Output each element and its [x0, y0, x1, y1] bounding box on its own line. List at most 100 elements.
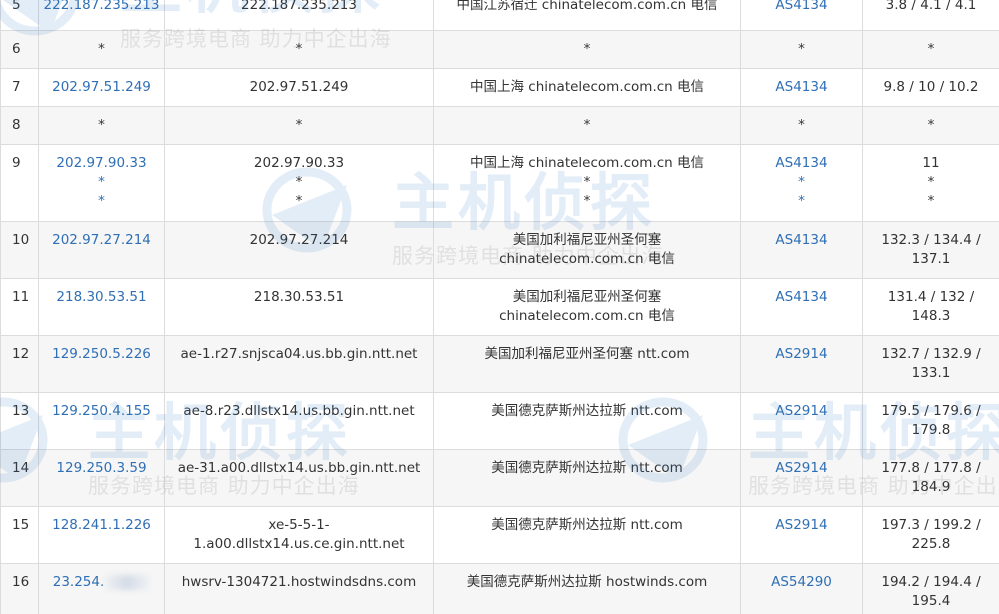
ip-link[interactable]: 129.250.5.226: [52, 346, 151, 362]
cell-ip: 202.97.90.33 * *: [38, 144, 165, 222]
cell-hop: 6: [0, 30, 39, 69]
cell-hop: 9: [0, 144, 39, 222]
cell-loc: 美国德克萨斯州达拉斯 ntt.com: [433, 449, 741, 507]
asn-link[interactable]: AS2914: [775, 346, 827, 362]
cell-rtt: 131.4 / 132 / 148.3: [862, 278, 999, 336]
cell-asn: AS2914: [740, 449, 863, 507]
hostname: 202.97.27.214: [249, 232, 349, 248]
traceroute-panel: 5 222.187.235.213 222.187.235.213 中国江苏宿迁 ch…: [0, 0, 999, 614]
cell-loc: 中国江苏宿迁 chinatelecom.com.cn 电信: [433, 0, 741, 31]
cell-host: *: [164, 106, 434, 145]
ip-link: *: [98, 117, 105, 133]
hostname: ae-8.r23.dllstx14.us.bb.gin.ntt.net: [183, 403, 415, 419]
cell-hop: 15: [0, 506, 39, 564]
asn-link[interactable]: AS2914: [775, 460, 827, 476]
ip-link[interactable]: 218.30.53.51: [56, 289, 146, 305]
ip-link[interactable]: 23.254.: [53, 574, 105, 590]
hostname: *: [295, 117, 303, 133]
hostname: 218.30.53.51: [253, 289, 345, 305]
table-row: 15 128.241.1.226 xe-5-5-1- 1.a00.dllstx14.…: [0, 506, 999, 564]
asn-link: *: [798, 41, 805, 57]
cell-hop: 12: [0, 335, 39, 393]
cell-asn: AS4134: [740, 0, 863, 31]
table-row: 16 23.254. hwsrv-1304721.hostwindsdns.com 美…: [0, 563, 999, 614]
cell-rtt: 3.8 / 4.1 / 4.1: [862, 0, 999, 31]
cell-ip: 202.97.27.214: [38, 221, 165, 279]
hop-number: 5: [12, 0, 21, 13]
cell-ip: 23.254.: [38, 563, 165, 614]
cell-hop: 10: [0, 221, 39, 279]
ip-link[interactable]: 202.97.51.249: [52, 79, 151, 95]
ip-link[interactable]: 202.97.27.214: [52, 232, 151, 248]
ip-link[interactable]: 128.241.1.226: [52, 517, 151, 533]
cell-asn: AS4134: [740, 278, 863, 336]
cell-ip: *: [38, 30, 165, 69]
hop-number: 6: [12, 41, 21, 57]
location: 美国德克萨斯州达拉斯 ntt.com: [491, 460, 683, 476]
asn-link[interactable]: AS4134: [775, 232, 827, 248]
redacted-ip-blur: [104, 574, 151, 590]
cell-ip: *: [38, 106, 165, 145]
latency: 132.3 / 134.4 / 137.1: [881, 232, 981, 267]
location: 美国加利福尼亚州圣何塞 chinatelecom.com.cn 电信: [499, 289, 675, 324]
cell-rtt: *: [862, 30, 999, 69]
cell-ip: 129.250.4.155: [38, 392, 165, 450]
cell-host: xe-5-5-1- 1.a00.dllstx14.us.ce.gin.ntt.n…: [164, 506, 434, 564]
cell-rtt: 179.5 / 179.6 / 179.8: [862, 392, 999, 450]
asn-link[interactable]: AS2914: [775, 517, 827, 533]
hop-number: 7: [12, 79, 21, 95]
asn-link[interactable]: AS54290: [771, 574, 832, 590]
ip-link[interactable]: 202.97.90.33 * *: [56, 155, 146, 209]
cell-loc: 美国加利福尼亚州圣何塞 ntt.com: [433, 335, 741, 393]
cell-rtt: 194.2 / 194.4 / 195.4: [862, 563, 999, 614]
hop-number: 8: [12, 117, 21, 133]
cell-loc: 中国上海 chinatelecom.com.cn 电信: [433, 68, 741, 107]
location: 美国加利福尼亚州圣何塞 chinatelecom.com.cn 电信: [499, 232, 675, 267]
cell-loc: 中国上海 chinatelecom.com.cn 电信 * *: [433, 144, 741, 222]
table-row: 11 218.30.53.51 218.30.53.51 美国加利福尼亚州圣何塞 ch…: [0, 278, 999, 336]
cell-asn: AS4134 * *: [740, 144, 863, 222]
cell-ip: 222.187.235.213: [38, 0, 165, 31]
traceroute-table: 5 222.187.235.213 222.187.235.213 中国江苏宿迁 ch…: [0, 0, 999, 614]
asn-link[interactable]: AS2914: [775, 403, 827, 419]
cell-ip: 202.97.51.249: [38, 68, 165, 107]
cell-host: 202.97.90.33 * *: [164, 144, 434, 222]
ip-link[interactable]: 222.187.235.213: [44, 0, 160, 13]
cell-asn: AS2914: [740, 335, 863, 393]
hop-number: 12: [12, 346, 30, 362]
cell-loc: 美国德克萨斯州达拉斯 ntt.com: [433, 392, 741, 450]
hostname: hwsrv-1304721.hostwindsdns.com: [181, 574, 417, 590]
table-row: 10 202.97.27.214 202.97.27.214 美国加利福尼亚州圣何塞 …: [0, 221, 999, 279]
asn-link[interactable]: AS4134 * *: [775, 155, 827, 209]
asn-link[interactable]: AS4134: [775, 289, 827, 305]
cell-loc: 美国德克萨斯州达拉斯 hostwinds.com: [433, 563, 741, 614]
cell-rtt: *: [862, 106, 999, 145]
cell-ip: 129.250.3.59: [38, 449, 165, 507]
cell-loc: 美国加利福尼亚州圣何塞 chinatelecom.com.cn 电信: [433, 278, 741, 336]
asn-link[interactable]: AS4134: [775, 0, 827, 13]
cell-asn: AS2914: [740, 506, 863, 564]
hostname: xe-5-5-1- 1.a00.dllstx14.us.ce.gin.ntt.n…: [193, 517, 405, 552]
hostname: *: [295, 41, 303, 57]
hop-number: 14: [12, 460, 30, 476]
ip-link[interactable]: 129.250.3.59: [56, 460, 146, 476]
cell-host: 202.97.51.249: [164, 68, 434, 107]
cell-asn: AS2914: [740, 392, 863, 450]
table-row: 9 202.97.90.33 * * 202.97.90.33 * * 中国上海 ch…: [0, 144, 999, 222]
cell-host: *: [164, 30, 434, 69]
ip-link[interactable]: 129.250.4.155: [52, 403, 151, 419]
cell-rtt: 132.3 / 134.4 / 137.1: [862, 221, 999, 279]
cell-host: 222.187.235.213: [164, 0, 434, 31]
table-row: 12 129.250.5.226 ae-1.r27.snjsca04.us.bb.g…: [0, 335, 999, 393]
cell-ip: 129.250.5.226: [38, 335, 165, 393]
hop-number: 16: [12, 574, 30, 590]
cell-rtt: 177.8 / 177.8 / 184.9: [862, 449, 999, 507]
traceroute-rows: 5 222.187.235.213 222.187.235.213 中国江苏宿迁 ch…: [0, 0, 999, 614]
table-row: 14 129.250.3.59 ae-31.a00.dllstx14.us.bb.g…: [0, 449, 999, 507]
hostname: 202.97.51.249: [249, 79, 349, 95]
cell-asn: *: [740, 106, 863, 145]
cell-host: hwsrv-1304721.hostwindsdns.com: [164, 563, 434, 614]
cell-host: 202.97.27.214: [164, 221, 434, 279]
location: 中国江苏宿迁 chinatelecom.com.cn 电信: [456, 0, 718, 13]
asn-link[interactable]: AS4134: [775, 79, 827, 95]
